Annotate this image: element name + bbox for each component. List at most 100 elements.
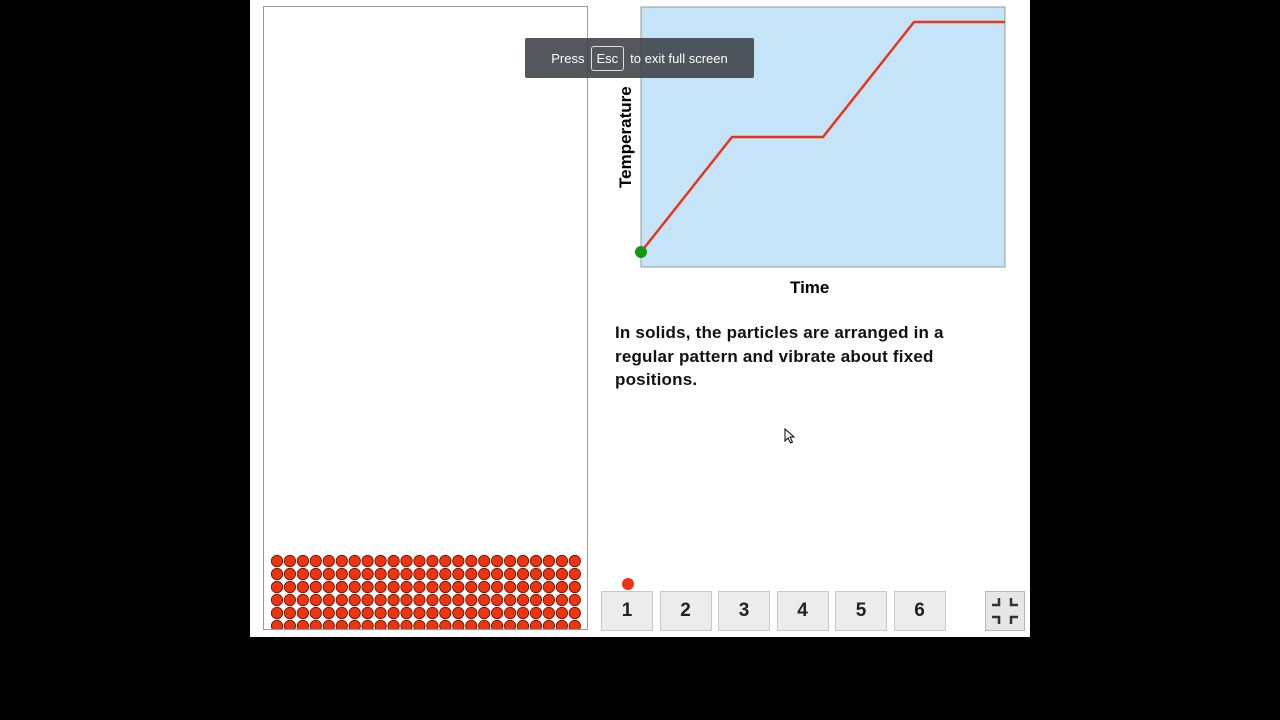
state-description: In solids, the particles are arranged in… bbox=[615, 323, 944, 389]
step-button-5[interactable]: 5 bbox=[835, 591, 887, 631]
particle bbox=[348, 606, 361, 620]
particle bbox=[491, 619, 504, 629]
particle bbox=[322, 554, 335, 568]
particle bbox=[491, 593, 504, 607]
particle bbox=[387, 593, 400, 607]
particle bbox=[439, 567, 452, 581]
particle bbox=[322, 606, 335, 620]
particle bbox=[516, 619, 530, 629]
particle bbox=[516, 580, 530, 594]
particle bbox=[387, 567, 400, 581]
particle bbox=[555, 606, 568, 620]
particle bbox=[296, 554, 310, 568]
current-step-indicator bbox=[622, 578, 634, 590]
current-state-marker bbox=[635, 246, 647, 259]
particle bbox=[529, 593, 543, 607]
particle bbox=[529, 606, 543, 620]
particle bbox=[504, 580, 517, 594]
particle bbox=[478, 619, 491, 629]
particle bbox=[309, 580, 322, 594]
particle bbox=[478, 593, 491, 607]
particle bbox=[322, 593, 335, 607]
particle bbox=[283, 619, 296, 629]
particle bbox=[529, 580, 543, 594]
exit-fullscreen-button[interactable] bbox=[985, 591, 1025, 631]
particle bbox=[465, 567, 478, 581]
particle bbox=[439, 554, 452, 568]
particle bbox=[413, 619, 426, 629]
mouse-cursor-icon bbox=[784, 428, 796, 444]
particle bbox=[361, 593, 374, 607]
particle bbox=[348, 619, 361, 629]
particle bbox=[348, 554, 361, 568]
toast-text-after: to exit full screen bbox=[630, 50, 728, 66]
particle bbox=[296, 593, 310, 607]
particle bbox=[555, 619, 568, 629]
particle bbox=[361, 619, 374, 629]
step-button-1[interactable]: 1 bbox=[601, 591, 653, 631]
particle bbox=[335, 593, 348, 607]
particle bbox=[529, 619, 543, 629]
particle bbox=[542, 619, 555, 629]
particle bbox=[400, 567, 413, 581]
particle bbox=[387, 619, 400, 629]
particle bbox=[542, 593, 555, 607]
particle bbox=[542, 554, 555, 568]
particle bbox=[387, 606, 400, 620]
particle bbox=[335, 619, 348, 629]
particle bbox=[452, 606, 465, 620]
particle bbox=[296, 567, 310, 581]
particle bbox=[426, 619, 439, 629]
particle bbox=[387, 580, 400, 594]
simulation-window: Temperature Time In solids, the particle… bbox=[250, 0, 1030, 637]
particle bbox=[491, 580, 504, 594]
particle bbox=[361, 567, 374, 581]
particle bbox=[283, 606, 297, 620]
step-button-2[interactable]: 2 bbox=[659, 591, 712, 631]
particle bbox=[270, 606, 284, 620]
particle bbox=[439, 593, 452, 607]
particle bbox=[413, 606, 426, 620]
particle bbox=[439, 619, 452, 629]
particle bbox=[400, 580, 413, 594]
step-button-4[interactable]: 4 bbox=[776, 591, 829, 631]
particle bbox=[478, 606, 491, 620]
particle bbox=[374, 593, 387, 607]
particle bbox=[387, 554, 400, 568]
particle bbox=[555, 593, 568, 607]
particle bbox=[504, 554, 517, 568]
particle bbox=[465, 554, 478, 568]
particle bbox=[270, 580, 284, 594]
particle bbox=[426, 606, 439, 620]
step-button-3[interactable]: 3 bbox=[718, 591, 770, 631]
particle bbox=[309, 606, 322, 620]
step-button-6[interactable]: 6 bbox=[893, 591, 946, 631]
particle bbox=[542, 580, 555, 594]
particle bbox=[322, 619, 335, 629]
particle bbox=[413, 593, 426, 607]
particle bbox=[309, 567, 322, 581]
particle bbox=[374, 580, 387, 594]
particle bbox=[270, 593, 284, 607]
particle bbox=[478, 554, 491, 568]
particle bbox=[400, 554, 413, 568]
fullscreen-toast: Press Esc to exit full screen bbox=[525, 38, 754, 78]
particle bbox=[452, 619, 465, 629]
particle bbox=[283, 580, 297, 594]
particle bbox=[270, 554, 284, 568]
particle bbox=[426, 593, 439, 607]
esc-key-badge: Esc bbox=[590, 45, 625, 71]
particle bbox=[400, 593, 413, 607]
particle bbox=[283, 567, 297, 581]
particle bbox=[374, 606, 387, 620]
particle bbox=[335, 567, 348, 581]
particle bbox=[309, 619, 322, 629]
exit-fullscreen-icon bbox=[992, 598, 1018, 624]
particle bbox=[348, 580, 361, 594]
particle bbox=[465, 619, 478, 629]
particle bbox=[400, 619, 413, 629]
particle bbox=[568, 619, 581, 629]
particle bbox=[426, 554, 439, 568]
particle bbox=[426, 580, 439, 594]
particle bbox=[516, 554, 530, 568]
